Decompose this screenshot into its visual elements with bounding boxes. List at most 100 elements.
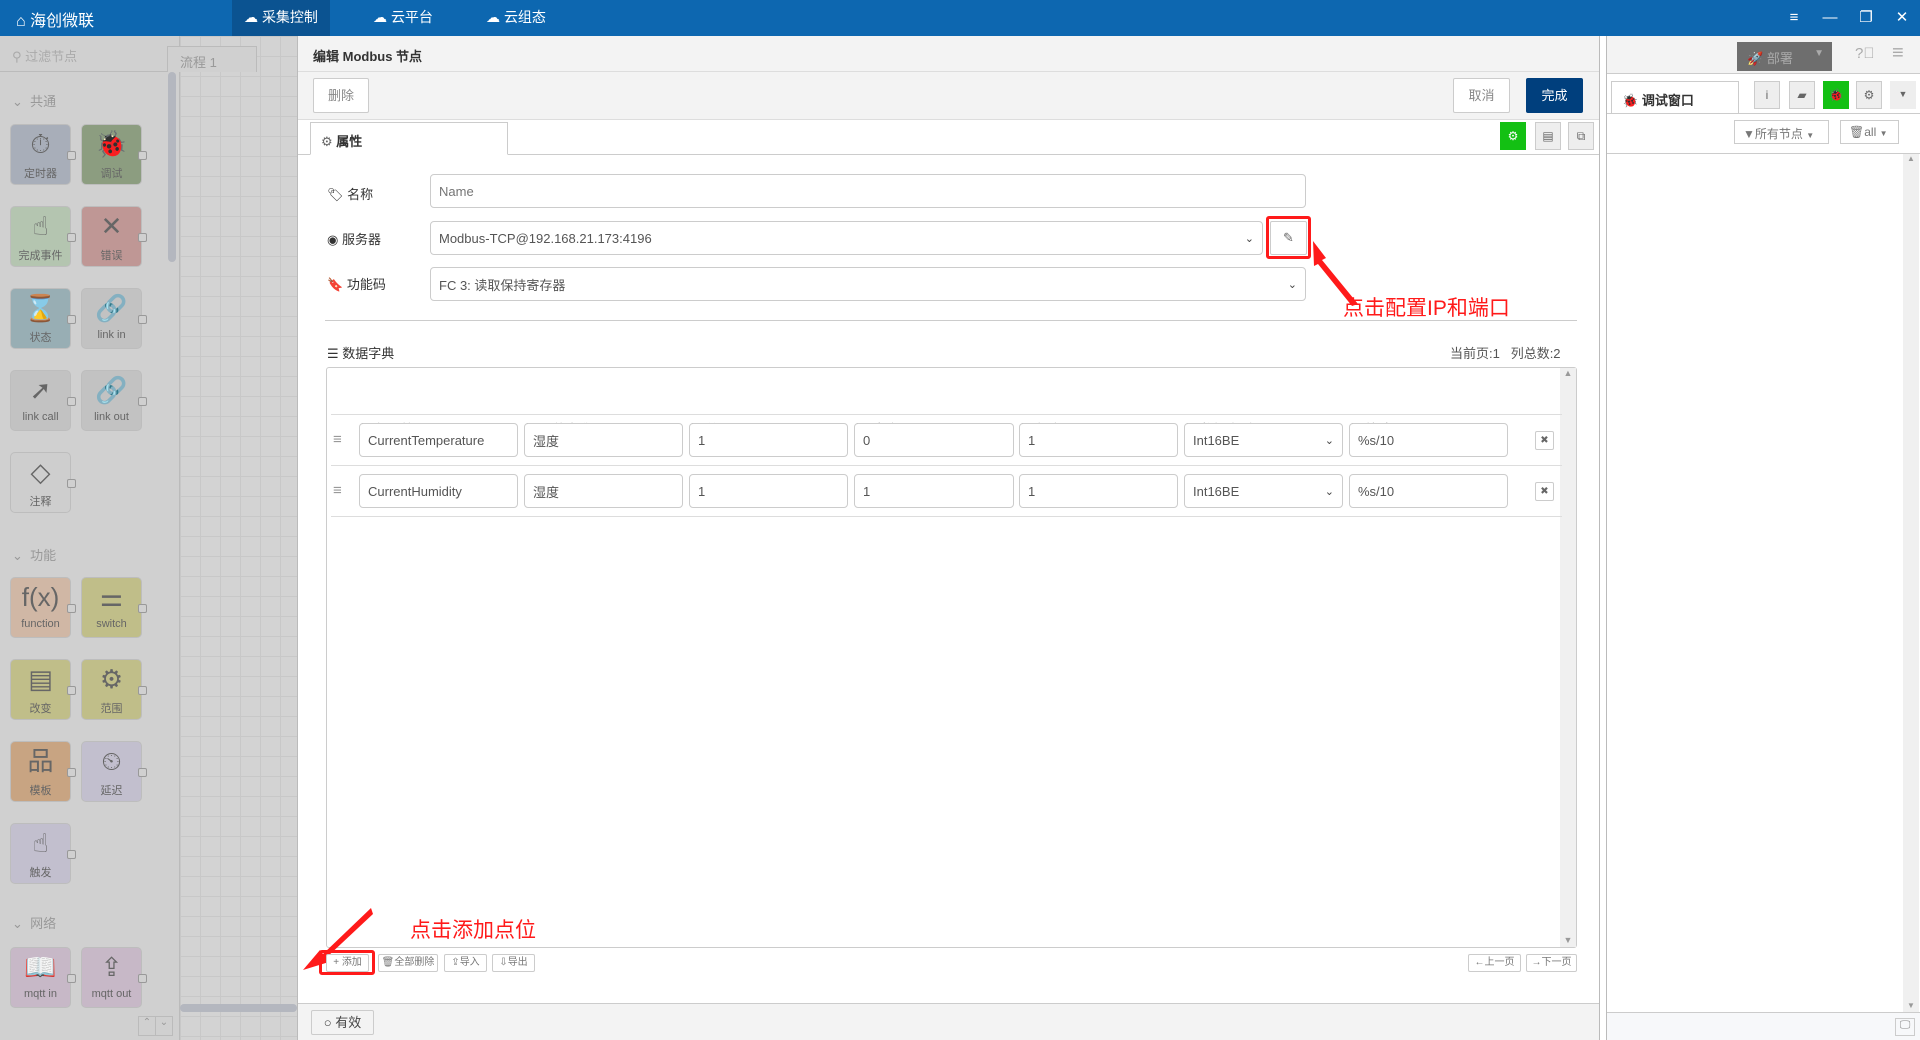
palette-node[interactable]: f(x) function [10, 577, 76, 638]
cell-input[interactable]: 1 [854, 474, 1014, 508]
palette-node[interactable]: ◇ 注释 [10, 452, 76, 513]
output-port[interactable] [67, 604, 76, 613]
cell-input[interactable]: 湿度 [524, 423, 683, 457]
cell-input[interactable]: 湿度 [524, 474, 683, 508]
cell-input[interactable]: 1 [1019, 423, 1178, 457]
nav-tab-cloud-config[interactable]: ☁ 云组态 [478, 0, 554, 36]
output-port[interactable] [138, 397, 147, 406]
palette-category[interactable]: ⌄ 网络 [12, 913, 56, 932]
output-port[interactable] [138, 974, 147, 983]
gear-icon[interactable]: ⚙ [1856, 81, 1882, 109]
output-port[interactable] [138, 151, 147, 160]
output-port[interactable] [67, 850, 76, 859]
import-button[interactable]: ⇪导入 [444, 954, 487, 972]
palette-node[interactable]: ⚌ switch [81, 577, 147, 638]
cancel-button[interactable]: 取消 [1453, 78, 1510, 113]
menu-icon[interactable]: ≡ [1779, 0, 1809, 36]
tab-debug[interactable]: 🐞 调试窗口 [1611, 81, 1739, 113]
cell-input[interactable]: CurrentTemperature [359, 423, 518, 457]
help-icon[interactable]: ?⃝ [1855, 45, 1875, 62]
monitor-icon[interactable]: 🖵 [1895, 1018, 1915, 1036]
data-type-select[interactable]: Int16BE ⌄ [1184, 474, 1343, 508]
tab-properties[interactable]: ⚙ 属性 [310, 122, 508, 155]
cell-input[interactable]: %s/10 [1349, 474, 1508, 508]
cell-input[interactable]: 1 [1019, 474, 1178, 508]
flow-tab[interactable]: 流程 1 [167, 46, 257, 72]
output-port[interactable] [138, 768, 147, 777]
prev-page-button[interactable]: ←上一页 [1468, 954, 1521, 972]
info-icon[interactable]: i [1754, 81, 1780, 109]
done-button[interactable]: 完成 [1526, 78, 1583, 113]
export-button[interactable]: ⇩导出 [492, 954, 535, 972]
palette-node[interactable]: ⚙ 范围 [81, 659, 147, 720]
nav-tab-cloud-platform[interactable]: ☁ 云平台 [365, 0, 441, 36]
remove-row-x-icon[interactable]: ✖ [1535, 431, 1554, 450]
palette-node[interactable]: ▤ 改变 [10, 659, 76, 720]
debug-bug-icon[interactable]: 🐞 [1823, 81, 1849, 109]
remove-row-x-icon[interactable]: ✖ [1535, 482, 1554, 501]
server-select[interactable]: Modbus-TCP@192.168.21.173:4196 ⌄ [430, 221, 1263, 255]
palette-scrollbar[interactable] [168, 72, 176, 262]
book-icon[interactable]: ▰ [1789, 81, 1815, 109]
restore-icon[interactable]: ❐ [1851, 0, 1881, 36]
canvas-h-scrollbar[interactable] [180, 1004, 297, 1012]
cell-input[interactable]: CurrentHumidity [359, 474, 518, 508]
cell-input[interactable]: 1 [689, 423, 848, 457]
palette-node[interactable]: 📖 mqtt in [10, 947, 76, 1008]
nav-tab-collect[interactable]: ☁ 采集控制 [232, 0, 330, 36]
delete-button[interactable]: 删除 [313, 78, 369, 113]
palette-node[interactable]: ⌛ 状态 [10, 288, 76, 349]
palette-node[interactable]: ⏱ 定时器 [10, 124, 76, 185]
node-settings-gear-icon[interactable]: ⚙ [1500, 122, 1526, 150]
clear-messages-dropdown[interactable]: 🗑all ▼ [1840, 120, 1899, 144]
delete-all-button[interactable]: 🗑全部删除 [378, 954, 438, 972]
palette-node[interactable]: ☝ 触发 [10, 823, 76, 884]
name-input[interactable] [430, 174, 1306, 208]
output-port[interactable] [138, 233, 147, 242]
palette-category[interactable]: ⌄ 共通 [12, 91, 56, 110]
output-port[interactable] [138, 686, 147, 695]
description-doc-icon[interactable]: ▤ [1535, 122, 1561, 150]
output-port[interactable] [67, 397, 76, 406]
table-scrollbar[interactable]: ▲ ▼ [1560, 368, 1576, 947]
chevron-down-icon[interactable]: ▼ [1890, 81, 1916, 109]
debug-scrollbar[interactable]: ▲ ▼ [1903, 154, 1919, 1012]
palette-node[interactable]: ✕ 错误 [81, 206, 147, 267]
hamburger-menu-icon[interactable]: ≡ [1892, 42, 1904, 65]
output-port[interactable] [67, 315, 76, 324]
output-port[interactable] [138, 315, 147, 324]
cell-input[interactable]: 1 [689, 474, 848, 508]
palette-node[interactable]: 🐞 调试 [81, 124, 147, 185]
palette-node[interactable]: 🔗 link in [81, 288, 147, 349]
palette-node[interactable]: 🔗 link out [81, 370, 147, 431]
palette-node[interactable]: ⏲ 延迟 [81, 741, 147, 802]
data-type-select[interactable]: Int16BE ⌄ [1184, 423, 1343, 457]
next-page-button[interactable]: →下一页 [1526, 954, 1577, 972]
node-filter-dropdown[interactable]: ▼所有节点 ▼ [1734, 120, 1829, 144]
minimize-icon[interactable]: — [1815, 0, 1845, 36]
palette-node[interactable]: ➚ link call [10, 370, 76, 431]
deploy-button[interactable]: 🚀 部署 ▼ [1737, 42, 1832, 71]
output-port[interactable] [67, 768, 76, 777]
output-port[interactable] [67, 479, 76, 488]
output-port[interactable] [67, 974, 76, 983]
cell-input[interactable]: %s/10 [1349, 423, 1508, 457]
appearance-icon[interactable]: ⧉ [1568, 122, 1594, 150]
output-port[interactable] [67, 233, 76, 242]
cell-input[interactable]: 0 [854, 423, 1014, 457]
function-code-select[interactable]: FC 3: 读取保持寄存器 ⌄ [430, 267, 1306, 301]
palette-node[interactable]: ⇪ mqtt out [81, 947, 147, 1008]
palette-node[interactable]: 品模板 [10, 741, 76, 802]
palette-node[interactable]: ☝ 完成事件 [10, 206, 76, 267]
output-port[interactable] [67, 151, 76, 160]
palette-category[interactable]: ⌄ 功能 [12, 545, 56, 564]
drag-handle-icon[interactable]: ≡ [333, 431, 342, 448]
output-port[interactable] [67, 686, 76, 695]
output-port[interactable] [138, 604, 147, 613]
enabled-toggle[interactable]: ○ 有效 [311, 1010, 374, 1035]
collapse-all-icon[interactable]: ⌃ [139, 1017, 155, 1035]
close-icon[interactable]: ✕ [1887, 0, 1917, 36]
flow-canvas[interactable]: 流程 1 [167, 36, 297, 1040]
add-row-button[interactable]: + 添加 [326, 954, 369, 972]
expand-all-icon[interactable]: ⌄ [155, 1017, 172, 1035]
